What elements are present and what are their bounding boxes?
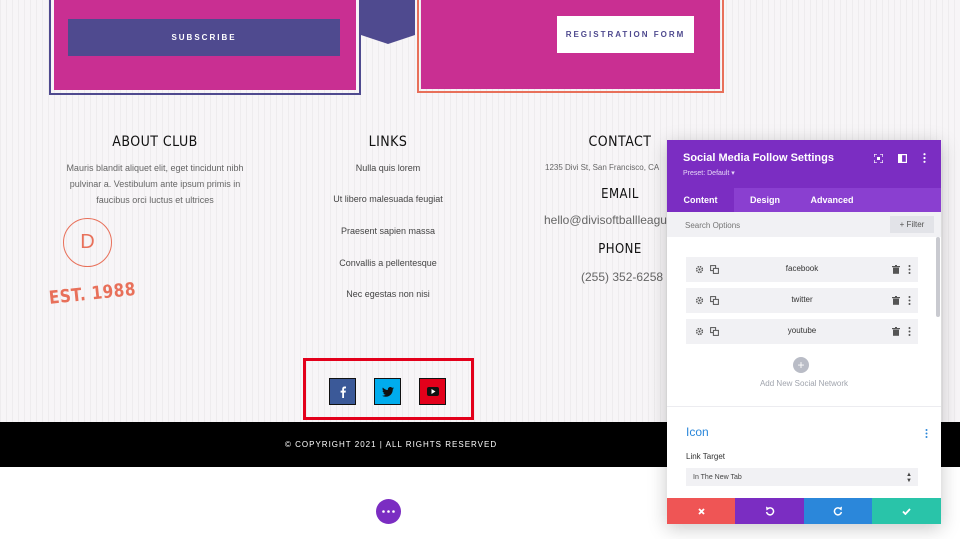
more-options-button[interactable] [376, 499, 401, 524]
social-media-follow-settings-panel: Social Media Follow Settings Preset: Def… [667, 140, 941, 524]
save-button[interactable] [872, 498, 941, 524]
subscribe-button[interactable]: SUBSCRIBE [68, 19, 340, 56]
panel-scrollbar[interactable] [936, 237, 940, 317]
footer-link[interactable]: Ut libero malesuada feugiat [288, 194, 488, 204]
youtube-follow-button[interactable] [419, 378, 446, 405]
about-club-text: Mauris blandit aliquet elit, eget tincid… [40, 160, 270, 208]
panel-tabs: Content Design Advanced [667, 188, 941, 212]
footer-link[interactable]: Nec egestas non nisi [288, 289, 488, 299]
about-text-line: faucibus orci luctus et ultrices [96, 195, 214, 205]
facebook-follow-button[interactable] [329, 378, 356, 405]
social-network-item[interactable]: youtube [686, 319, 918, 344]
section-menu-icon[interactable] [923, 427, 929, 439]
panel-footer [667, 498, 941, 524]
trash-icon[interactable] [890, 325, 902, 337]
add-new-social-network-button[interactable]: Add New Social Network [667, 379, 941, 388]
redo-icon [833, 506, 843, 516]
close-icon [697, 507, 705, 515]
subscribe-card: SUBSCRIBE [49, 0, 361, 95]
twitter-follow-button[interactable] [374, 378, 401, 405]
links-title: LINKS [368, 134, 408, 150]
social-network-name: twitter [791, 295, 813, 304]
panel-menu-icon[interactable] [917, 151, 931, 165]
contact-phone: (255) 352-6258 [581, 270, 664, 284]
footer-link[interactable]: Nulla quis lorem [288, 163, 488, 173]
trash-icon[interactable] [890, 294, 902, 306]
social-network-name: facebook [785, 264, 819, 273]
facebook-icon [340, 386, 346, 398]
more-vertical-icon[interactable] [903, 294, 915, 306]
cancel-button[interactable] [667, 498, 735, 524]
link-target-select[interactable]: In The New Tab ▲ ▼ [686, 468, 918, 486]
club-logo-badge: D [63, 218, 112, 267]
social-network-name: youtube [787, 326, 817, 335]
tab-design[interactable]: Design [734, 188, 796, 212]
link-target-value: In The New Tab [693, 473, 742, 481]
trash-icon[interactable] [890, 263, 902, 275]
subscribe-card-inner: SUBSCRIBE [54, 0, 356, 90]
ribbon-divider [361, 0, 415, 44]
tab-advanced[interactable]: Advanced [796, 188, 868, 212]
footer-link[interactable]: Convallis a pellentesque [288, 258, 488, 268]
more-vertical-icon[interactable] [903, 325, 915, 337]
registration-card-inner: REGISTRATION FORM [421, 0, 720, 89]
more-vertical-icon[interactable] [903, 263, 915, 275]
contact-address: 1235 Divi St, San Francisco, CA [545, 163, 660, 172]
link-target-label: Link Target [686, 452, 725, 461]
filter-button[interactable]: + Filter [890, 216, 934, 233]
preset-selector[interactable]: Preset: Default ▾ [683, 169, 735, 177]
tab-content[interactable]: Content [667, 188, 734, 212]
registration-form-button[interactable]: REGISTRATION FORM [557, 16, 694, 53]
more-dots-icon [382, 510, 395, 513]
section-divider [667, 406, 941, 407]
social-network-item[interactable]: twitter [686, 288, 918, 313]
add-network-plus-icon[interactable]: + [793, 357, 809, 373]
contact-email-link[interactable]: hello@divisoftballleague [544, 213, 674, 227]
expand-icon[interactable] [871, 151, 885, 165]
registration-card: REGISTRATION FORM [417, 0, 724, 93]
about-text-line: Mauris blandit aliquet elit, eget tincid… [66, 163, 244, 173]
panel-header: Social Media Follow Settings Preset: Def… [667, 140, 941, 188]
about-club-title: ABOUT CLUB [112, 134, 198, 150]
about-text-line: pulvinar a. Vestibulum ante ipsum primis… [69, 179, 241, 189]
twitter-icon [381, 386, 394, 397]
copyright-text: © COPYRIGHT 2021 | ALL RIGHTS RESERVED [285, 440, 498, 449]
social-network-item[interactable]: facebook [686, 257, 918, 282]
select-caret-icon: ▲ ▼ [906, 472, 912, 484]
panel-title: Social Media Follow Settings [683, 152, 834, 164]
split-view-icon[interactable] [895, 151, 909, 165]
undo-button[interactable] [735, 498, 804, 524]
search-options-row: + Filter [667, 212, 941, 237]
youtube-icon [426, 387, 439, 396]
footer-link[interactable]: Praesent sapien massa [288, 226, 488, 236]
badge-letter: D [80, 231, 95, 253]
search-options-input[interactable] [685, 218, 865, 232]
check-icon [902, 507, 911, 515]
icon-section-toggle[interactable]: Icon [686, 425, 709, 439]
undo-icon [765, 506, 774, 516]
redo-button[interactable] [804, 498, 872, 524]
